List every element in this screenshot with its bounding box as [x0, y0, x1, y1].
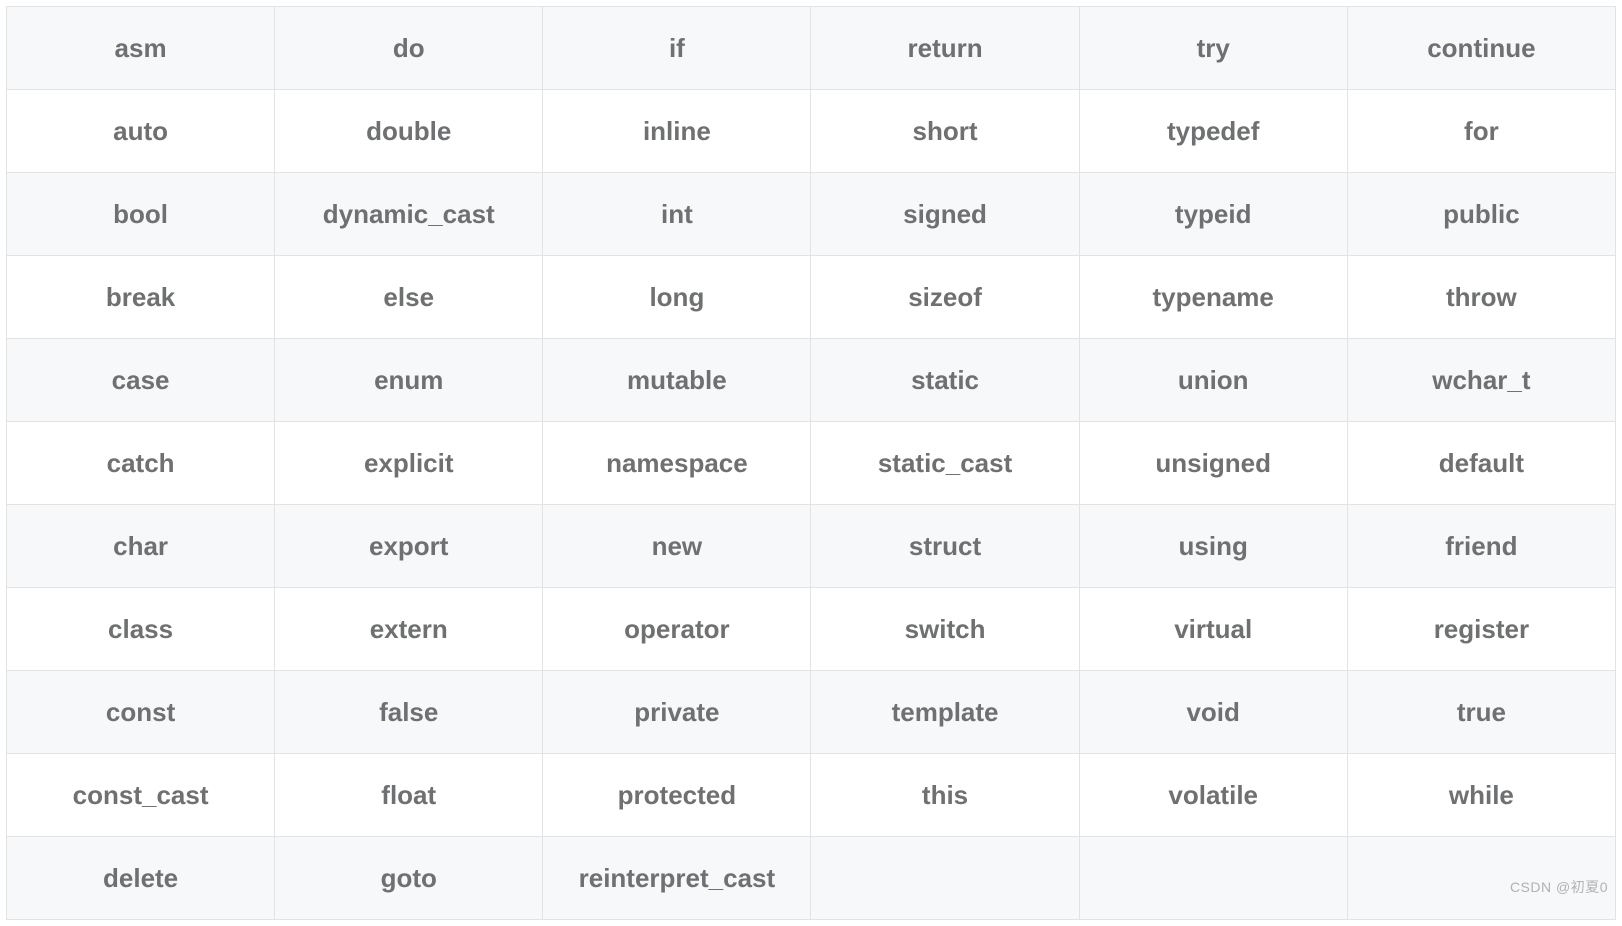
table-row: delete goto reinterpret_cast — [7, 837, 1616, 920]
cell: template — [811, 671, 1079, 754]
table-row: class extern operator switch virtual reg… — [7, 588, 1616, 671]
cell: for — [1347, 90, 1615, 173]
cell: signed — [811, 173, 1079, 256]
cell: volatile — [1079, 754, 1347, 837]
cell: typename — [1079, 256, 1347, 339]
table-row: catch explicit namespace static_cast uns… — [7, 422, 1616, 505]
keyword-table: asm do if return try continue auto doubl… — [6, 6, 1616, 920]
cell: static_cast — [811, 422, 1079, 505]
cell: case — [7, 339, 275, 422]
cell: do — [275, 7, 543, 90]
cell: bool — [7, 173, 275, 256]
cell: if — [543, 7, 811, 90]
cell: unsigned — [1079, 422, 1347, 505]
cell: operator — [543, 588, 811, 671]
cell: else — [275, 256, 543, 339]
cell: goto — [275, 837, 543, 920]
cell: int — [543, 173, 811, 256]
cell: sizeof — [811, 256, 1079, 339]
cell: wchar_t — [1347, 339, 1615, 422]
table-row: case enum mutable static union wchar_t — [7, 339, 1616, 422]
cell — [1079, 837, 1347, 920]
table-row: bool dynamic_cast int signed typeid publ… — [7, 173, 1616, 256]
cell: typedef — [1079, 90, 1347, 173]
cell: using — [1079, 505, 1347, 588]
cell: delete — [7, 837, 275, 920]
cell: while — [1347, 754, 1615, 837]
cell: register — [1347, 588, 1615, 671]
cell: false — [275, 671, 543, 754]
cell: break — [7, 256, 275, 339]
table-row: const_cast float protected this volatile… — [7, 754, 1616, 837]
cell — [811, 837, 1079, 920]
cell: namespace — [543, 422, 811, 505]
cell: switch — [811, 588, 1079, 671]
cell: const — [7, 671, 275, 754]
cell: private — [543, 671, 811, 754]
cell: enum — [275, 339, 543, 422]
cell: double — [275, 90, 543, 173]
cell: virtual — [1079, 588, 1347, 671]
cell: public — [1347, 173, 1615, 256]
cell: mutable — [543, 339, 811, 422]
cell: inline — [543, 90, 811, 173]
cell: default — [1347, 422, 1615, 505]
cell: void — [1079, 671, 1347, 754]
cell: return — [811, 7, 1079, 90]
cell: long — [543, 256, 811, 339]
cell: protected — [543, 754, 811, 837]
cell: this — [811, 754, 1079, 837]
cell: continue — [1347, 7, 1615, 90]
table-row: auto double inline short typedef for — [7, 90, 1616, 173]
cell: reinterpret_cast — [543, 837, 811, 920]
cell: try — [1079, 7, 1347, 90]
cell: friend — [1347, 505, 1615, 588]
cell: catch — [7, 422, 275, 505]
cell: export — [275, 505, 543, 588]
cell: class — [7, 588, 275, 671]
cell: explicit — [275, 422, 543, 505]
table-row: const false private template void true — [7, 671, 1616, 754]
cell — [1347, 837, 1615, 920]
cell: asm — [7, 7, 275, 90]
cell: const_cast — [7, 754, 275, 837]
cell: throw — [1347, 256, 1615, 339]
cell: short — [811, 90, 1079, 173]
table-row: break else long sizeof typename throw — [7, 256, 1616, 339]
cell: new — [543, 505, 811, 588]
cell: true — [1347, 671, 1615, 754]
cell: typeid — [1079, 173, 1347, 256]
cell: union — [1079, 339, 1347, 422]
cell: static — [811, 339, 1079, 422]
cell: auto — [7, 90, 275, 173]
table-row: char export new struct using friend — [7, 505, 1616, 588]
cell: extern — [275, 588, 543, 671]
table-row: asm do if return try continue — [7, 7, 1616, 90]
cell: struct — [811, 505, 1079, 588]
cell: char — [7, 505, 275, 588]
cell: float — [275, 754, 543, 837]
keyword-table-container: asm do if return try continue auto doubl… — [0, 0, 1622, 926]
cell: dynamic_cast — [275, 173, 543, 256]
